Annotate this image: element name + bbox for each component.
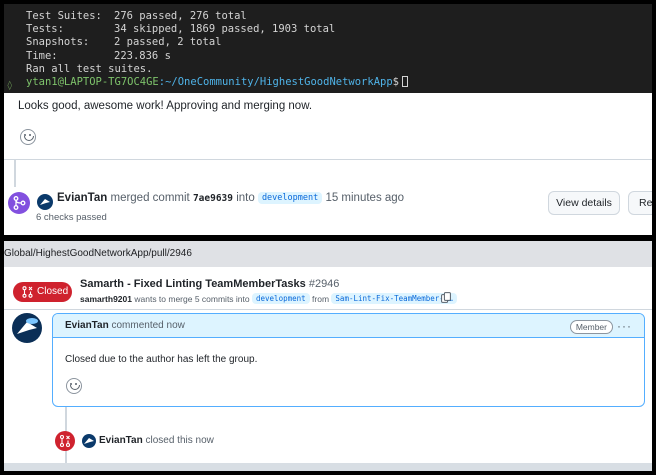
kebab-menu-icon[interactable]: ···: [617, 314, 632, 338]
gutter-marker-icon: ◊: [7, 81, 13, 91]
merge-icon: [8, 192, 30, 214]
merge-panel: Test Suites: 276 passed, 276 total Tests:…: [4, 4, 652, 235]
pr-closed-icon: [22, 286, 33, 298]
merge-event-line: EvianTan merged commit 7ae9639 into deve…: [57, 192, 404, 204]
revert-button[interactable]: Revert: [628, 191, 652, 215]
terminal-row: Time: 223.836 s: [26, 49, 171, 62]
avatar[interactable]: [37, 194, 53, 210]
prompt-user: ytan1@LAPTOP-TG7OC4GE: [26, 75, 159, 88]
cursor-icon: [402, 75, 408, 87]
close-action-text: closed this now: [145, 435, 214, 446]
prompt-symbol: $: [392, 75, 399, 88]
comment-header: EvianTan commented now Member ···: [53, 314, 644, 338]
pr-closed-icon: [55, 431, 75, 451]
comment-author-link[interactable]: EvianTan: [65, 320, 109, 331]
smiley-icon: [21, 130, 35, 144]
pr-title: Samarth - Fixed Linting TeamMemberTasks …: [80, 278, 339, 290]
timestamp[interactable]: 15 minutes ago: [325, 192, 404, 204]
comment-body: Closed due to the author has left the gr…: [65, 354, 258, 365]
divider: [4, 309, 652, 310]
into-text: into: [236, 192, 255, 204]
comment-body: Looks good, awesome work! Approving and …: [18, 100, 313, 112]
base-branch-label[interactable]: development: [252, 293, 310, 304]
pr-meta: samarth9201 wants to merge 5 commits int…: [80, 293, 457, 304]
branch-label[interactable]: development: [257, 192, 323, 204]
close-event-line: EvianTan closed this now: [99, 435, 214, 446]
checks-status[interactable]: 6 checks passed: [36, 212, 107, 223]
terminal-prompt[interactable]: ytan1@LAPTOP-TG7OC4GE:~/OneCommunity/Hig…: [26, 75, 652, 89]
add-reaction-button[interactable]: [20, 129, 36, 145]
pr-meta-text: wants to merge 5 commits into: [134, 294, 250, 304]
merge-action-text: merged commit: [110, 192, 190, 204]
commit-sha-link[interactable]: 7ae9639: [193, 193, 233, 204]
bottom-divider: [4, 463, 652, 471]
terminal-footer: Ran all test suites.: [26, 62, 153, 75]
pr-number: #2946: [308, 278, 340, 290]
address-bar[interactable]: Global/HighestGoodNetworkApp/pull/2946: [4, 241, 652, 267]
avatar[interactable]: [82, 434, 96, 448]
from-text: from: [312, 294, 330, 304]
terminal-row: Test Suites: 276 passed, 276 total: [26, 10, 247, 22]
pr-title-text: Samarth - Fixed Linting TeamMemberTasks: [80, 278, 306, 290]
terminal-output: Test Suites: 276 passed, 276 total Tests:…: [4, 4, 652, 93]
author-link[interactable]: EvianTan: [99, 435, 143, 446]
head-branch-label[interactable]: Sam-Lint-Fix-TeamMember-T…: [331, 293, 457, 304]
comment-card: EvianTan commented now Member ··· Closed…: [52, 313, 645, 407]
comment-timestamp[interactable]: commented now: [112, 320, 185, 331]
terminal-row: Snapshots: 2 passed, 2 total: [26, 36, 222, 49]
closed-pr-panel: Global/HighestGoodNetworkApp/pull/2946 C…: [4, 241, 652, 471]
status-label: Closed: [37, 286, 69, 297]
terminal-row: Tests: 34 skipped, 1869 passed, 1903 tota…: [26, 23, 336, 36]
add-reaction-button[interactable]: [66, 378, 82, 394]
divider: [4, 159, 652, 160]
pr-author-link[interactable]: samarth9201: [80, 294, 132, 304]
timeline-line: [14, 159, 16, 187]
author-link[interactable]: EvianTan: [57, 192, 107, 204]
avatar[interactable]: [12, 313, 42, 343]
prompt-path: :~/OneCommunity/HighestGoodNetworkApp: [158, 75, 393, 88]
screenshot-frame: Test Suites: 276 passed, 276 total Tests:…: [0, 0, 656, 475]
member-badge: Member: [569, 320, 613, 334]
copy-icon[interactable]: [441, 292, 451, 303]
status-badge: Closed: [13, 282, 72, 302]
view-details-button[interactable]: View details: [548, 191, 620, 215]
smiley-icon: [67, 379, 81, 393]
